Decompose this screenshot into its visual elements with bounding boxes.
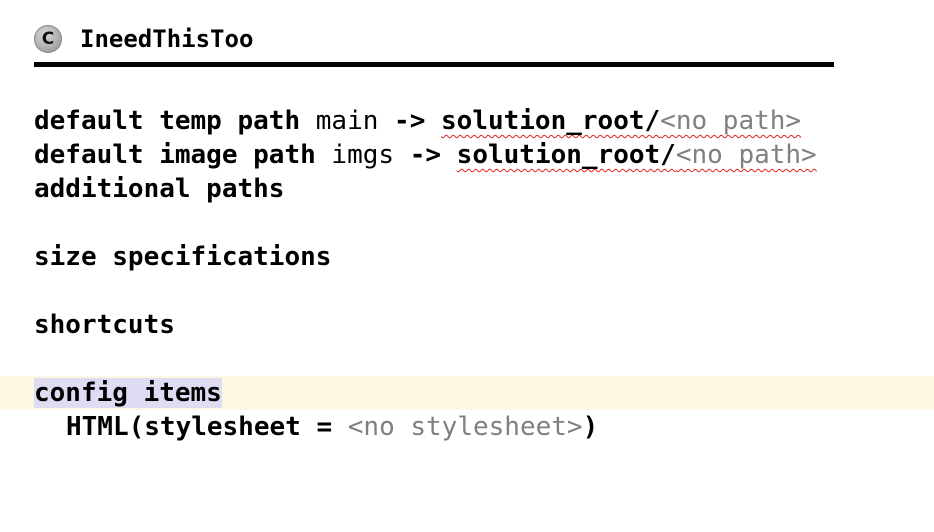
temp-path-placeholder[interactable]: <no path>: [660, 106, 801, 136]
image-path-name[interactable]: imgs: [331, 140, 394, 170]
additional-paths-line[interactable]: additional paths: [34, 172, 284, 206]
editor-area[interactable]: C IneedThisToo default temp path main ->…: [0, 0, 934, 532]
shortcuts-line[interactable]: shortcuts: [34, 308, 175, 342]
concept-name[interactable]: IneedThisToo: [80, 25, 253, 53]
image-path-label: default image path: [34, 140, 316, 170]
image-path-root[interactable]: solution_root/: [457, 140, 676, 170]
concept-header: C IneedThisToo: [34, 22, 253, 56]
temp-path-label: default temp path: [34, 106, 301, 136]
html-item-line[interactable]: HTML(stylesheet = <no stylesheet>): [66, 410, 598, 444]
temp-path-arrow: ->: [394, 106, 426, 136]
shortcuts-label: shortcuts: [34, 310, 175, 340]
config-items-line[interactable]: config items: [34, 376, 222, 410]
temp-path-value[interactable]: solution_root/<no path>: [441, 106, 801, 136]
html-item-prefix: HTML(stylesheet =: [66, 412, 348, 442]
stylesheet-placeholder[interactable]: <no stylesheet>: [348, 412, 583, 442]
size-specifications-line[interactable]: size specifications: [34, 240, 331, 274]
image-path-placeholder[interactable]: <no path>: [676, 140, 817, 170]
config-items-label[interactable]: config items: [34, 378, 222, 408]
temp-path-name[interactable]: main: [316, 106, 379, 136]
temp-path-root[interactable]: solution_root/: [441, 106, 660, 136]
html-item-suffix: ): [582, 412, 599, 442]
image-path-line[interactable]: default image path imgs -> solution_root…: [34, 138, 817, 172]
image-path-value[interactable]: solution_root/<no path>: [457, 140, 817, 170]
header-divider: [34, 62, 834, 67]
size-specifications-label: size specifications: [34, 242, 332, 272]
class-icon: C: [34, 25, 62, 53]
image-path-arrow: ->: [409, 140, 442, 170]
additional-paths-label: additional paths: [34, 174, 285, 204]
temp-path-line[interactable]: default temp path main -> solution_root/…: [34, 104, 801, 138]
